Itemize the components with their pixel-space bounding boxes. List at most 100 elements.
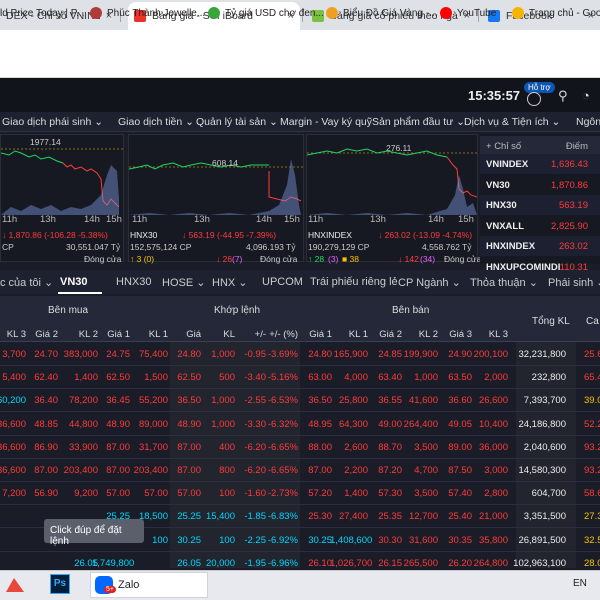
table-cell-gi-3[interactable]: 49.05 <box>434 419 472 430</box>
board-column-0[interactable]: KL 3 <box>0 329 26 340</box>
index-row-0[interactable]: VNINDEX 1,636.43 <box>480 154 600 174</box>
table-cell-kl-2[interactable]: 3,500 <box>400 442 438 453</box>
notification-icon[interactable]: ◔ <box>582 88 590 103</box>
table-cell-gi-1[interactable]: 87.00 <box>92 465 130 476</box>
table-cell-gi-1[interactable]: 48.90 <box>92 419 130 430</box>
table-cell-gi-3[interactable]: 87.50 <box>434 465 472 476</box>
table-cell-gi-2[interactable]: 49.00 <box>364 419 402 430</box>
table-cell-t-ng-kl[interactable]: 24,186,800 <box>512 419 566 430</box>
board-column-14[interactable]: KL 3 <box>476 329 508 340</box>
index-row-2[interactable]: HNX30 563.19 <box>480 195 600 215</box>
board-column-4[interactable]: KL 1 <box>136 329 168 340</box>
table-cell-gi-2[interactable]: 63.40 <box>364 372 402 383</box>
table-cell-kl-1[interactable]: 64,300 <box>330 419 368 430</box>
table-cell-gi-3[interactable]: 63.50 <box>434 372 472 383</box>
table-cell-gi-2[interactable]: 56.90 <box>20 488 58 499</box>
table-cell-t-ng-kl[interactable]: 32,231,800 <box>512 349 566 360</box>
table-cell-gi-3[interactable]: 30.35 <box>434 535 472 546</box>
app-icon[interactable] <box>4 576 26 594</box>
table-cell-gi-1[interactable]: 24.80 <box>294 349 332 360</box>
table-cell-gi-1[interactable]: 57.20 <box>294 488 332 499</box>
table-cell-gi-2[interactable]: 36.55 <box>364 395 402 406</box>
table-cell--[interactable]: -2.73% <box>260 488 298 499</box>
table-cell--[interactable]: -6.53% <box>260 395 298 406</box>
table-cell-gi-2[interactable]: 26.15 <box>364 558 402 569</box>
table-cell-kl-3[interactable]: 264,800 <box>470 558 508 569</box>
table-cell-kl-2[interactable]: 265,500 <box>400 558 438 569</box>
table-cell-kl-2[interactable]: 31,600 <box>400 535 438 546</box>
table-cell-gi-2[interactable]: 87.00 <box>20 465 58 476</box>
table-cell-gi-2[interactable]: 87.20 <box>364 465 402 476</box>
table-cell-gi-1[interactable]: 36.45 <box>92 395 130 406</box>
table-cell-t-ng-kl[interactable]: 102,963,100 <box>512 558 566 569</box>
table-cell-gi-3[interactable]: 26.20 <box>434 558 472 569</box>
table-cell-kl-2[interactable]: 4,700 <box>400 465 438 476</box>
bookmark-2[interactable]: Tỷ giá USD chợ đen... <box>208 5 324 21</box>
table-cell-gi-2[interactable]: 57.30 <box>364 488 402 499</box>
table-cell--[interactable]: -3.69% <box>260 349 298 360</box>
board-column-7[interactable]: +/- <box>234 329 266 340</box>
table-cell-gi-3[interactable]: 89.00 <box>434 442 472 453</box>
table-cell-gi-2[interactable]: 24.70 <box>20 349 58 360</box>
table-cell-gi-[interactable]: 57.00 <box>163 488 201 499</box>
index-row-3[interactable]: VNXALL 2,825.90 <box>480 216 600 236</box>
board-column-3[interactable]: Giá 1 <box>98 329 130 340</box>
board-column-13[interactable]: Giá 3 <box>440 329 472 340</box>
help-icon[interactable] <box>527 92 541 106</box>
menu-item-4[interactable]: Sản phẩm đầu tư ⌄ <box>372 116 465 128</box>
table-cell-gi-1[interactable]: 24.75 <box>92 349 130 360</box>
watchlist-tab-4[interactable]: HNX ⌄ <box>212 276 248 289</box>
board-column-10[interactable]: KL 1 <box>336 329 368 340</box>
table-cell--[interactable]: -6.92% <box>260 535 298 546</box>
table-cell--[interactable]: -6.96% <box>260 558 298 569</box>
table-cell-gi-2[interactable]: 30.30 <box>364 535 402 546</box>
table-cell-kl-1[interactable]: 2,600 <box>330 442 368 453</box>
table-cell-gi-[interactable]: 87.00 <box>163 442 201 453</box>
search-icon[interactable]: ⚲ <box>558 88 568 104</box>
table-cell-gi-1[interactable]: 48.95 <box>294 419 332 430</box>
board-column-2[interactable]: KL 2 <box>66 329 98 340</box>
table-cell-ca[interactable]: 39.0 <box>584 395 600 406</box>
table-cell-kl-2[interactable]: 199,900 <box>400 349 438 360</box>
table-cell-ca[interactable]: 65.4 <box>584 372 600 383</box>
table-cell-gi-2[interactable]: 48.85 <box>20 419 58 430</box>
table-cell-kl-3[interactable]: 2,000 <box>470 372 508 383</box>
board-column-8[interactable]: +/- (%) <box>266 329 298 340</box>
watchlist-tab-8[interactable]: Thỏa thuận ⌄ <box>470 276 538 289</box>
table-cell-ca[interactable]: 25.6 <box>584 349 600 360</box>
menu-item-0[interactable]: Giao dịch phái sinh ⌄ <box>2 116 103 128</box>
table-cell-gi-3[interactable]: 25.40 <box>434 511 472 522</box>
table-cell-kl-2[interactable]: 1,000 <box>400 372 438 383</box>
table-cell-kl-1[interactable]: 1,026,700 <box>330 558 372 569</box>
table-cell-gi-[interactable]: 30.25 <box>163 535 201 546</box>
table-cell-kl-1[interactable]: 1,408,600 <box>330 535 372 546</box>
table-cell-gi-2[interactable]: 62.40 <box>20 372 58 383</box>
table-cell-ca[interactable]: 32.5 <box>584 535 600 546</box>
bookmark-4[interactable]: YouTube <box>440 5 496 21</box>
table-cell--[interactable]: -6.65% <box>260 465 298 476</box>
table-cell-kl-1[interactable]: 27,400 <box>330 511 368 522</box>
table-cell-kl-3[interactable]: 2,800 <box>470 488 508 499</box>
table-cell-kl-1[interactable]: 25,800 <box>330 395 368 406</box>
table-cell-kl-3[interactable]: 10,400 <box>470 419 508 430</box>
watchlist-tab-5[interactable]: UPCOM <box>262 276 303 288</box>
table-cell-gi-1[interactable]: 57.00 <box>92 488 130 499</box>
table-cell-t-ng-kl[interactable]: 7,393,700 <box>512 395 566 406</box>
table-cell-gi-1[interactable]: 25.30 <box>294 511 332 522</box>
table-cell-kl-1[interactable]: 4,000 <box>330 372 368 383</box>
table-cell-ca[interactable]: 52.2 <box>584 419 600 430</box>
table-cell-kl-3[interactable]: 35,800 <box>470 535 508 546</box>
table-cell-gi-[interactable]: 48.90 <box>163 419 201 430</box>
watchlist-tab-1[interactable]: VN30 <box>60 276 88 288</box>
table-cell-gi-2[interactable]: 25.35 <box>364 511 402 522</box>
bookmark-1[interactable]: Phúc Thành Jewelle... <box>90 5 205 21</box>
table-cell-kl-2[interactable]: 264,400 <box>400 419 438 430</box>
table-cell-gi-3[interactable]: 36.60 <box>434 395 472 406</box>
watchlist-tab-6[interactable]: Trái phiếu riêng lẻ <box>310 276 398 288</box>
table-cell-gi-2[interactable]: 24.85 <box>364 349 402 360</box>
table-cell--[interactable]: -5.16% <box>260 372 298 383</box>
table-cell-gi-3[interactable]: 57.40 <box>434 488 472 499</box>
menu-item-6[interactable]: Ngôn <box>576 116 600 128</box>
board-column-11[interactable]: Giá 2 <box>370 329 402 340</box>
table-cell-gi-2[interactable]: 86.90 <box>20 442 58 453</box>
